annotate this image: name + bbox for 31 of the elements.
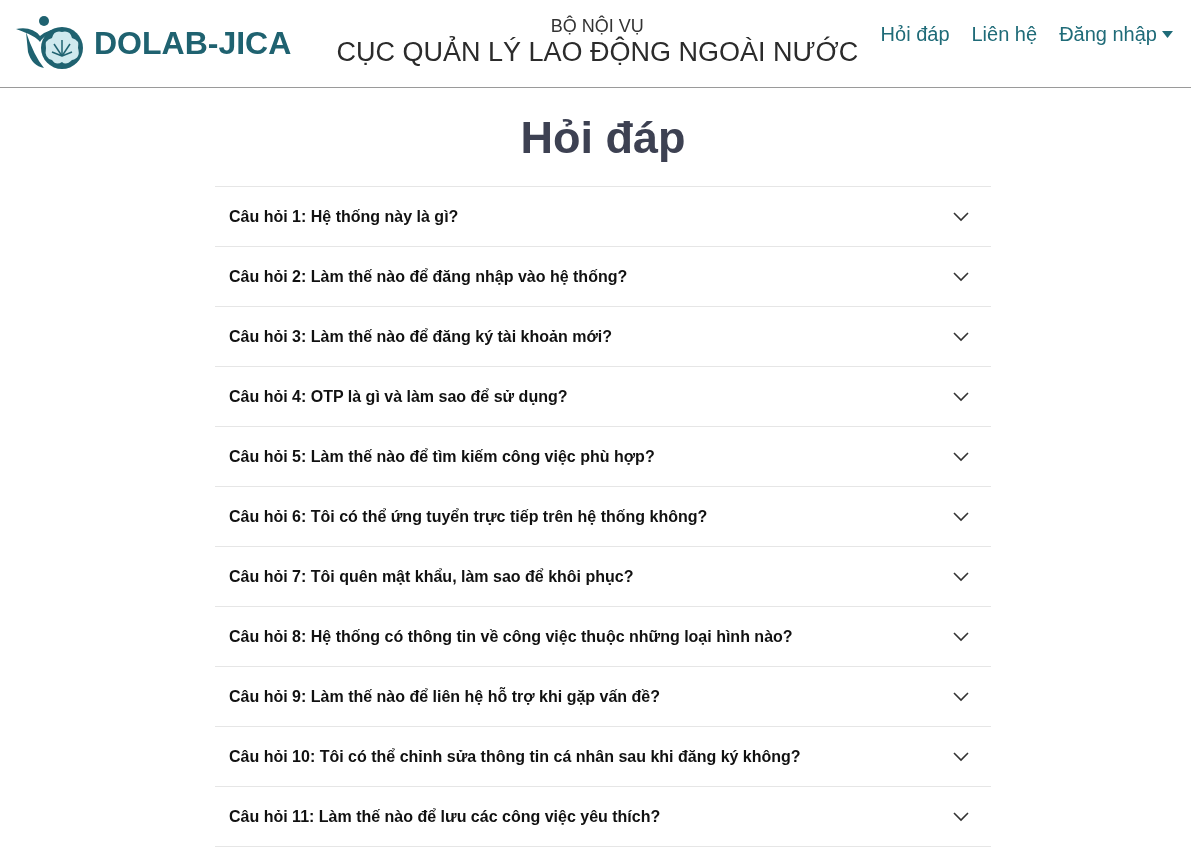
nav-link[interactable]: Hỏi đáp (880, 23, 950, 46)
chevron-down-icon (953, 451, 969, 462)
faq-question[interactable]: Câu hỏi 1: Hệ thống này là gì? (215, 187, 991, 246)
faq-question[interactable]: Câu hỏi 2: Làm thế nào để đăng nhập vào hệ thống? (215, 247, 991, 306)
chevron-down-icon (953, 211, 969, 222)
chevron-down-icon (953, 331, 969, 342)
logo-icon (14, 16, 84, 71)
chevron-down-icon (953, 271, 969, 282)
faq-question[interactable]: Câu hỏi 7: Tôi quên mật khẩu, làm sao để khôi phục? (215, 547, 991, 606)
faq-question[interactable]: Câu hỏi 5: Làm thế nào để tìm kiếm công việc phù hợp? (215, 427, 991, 486)
faq-question[interactable]: Câu hỏi 11: Làm thế nào để lưu các công việc yêu thích? (215, 787, 991, 846)
chevron-down-icon (953, 511, 969, 522)
caret-icon (1162, 31, 1173, 38)
chevron-down-icon (953, 811, 969, 822)
faq-question[interactable]: Câu hỏi 6: Tôi có thể ứng tuyển trực tiếp trên hệ thống không? (215, 487, 991, 546)
faq-question[interactable]: Câu hỏi 4: OTP là gì và làm sao để sử dụng? (215, 367, 991, 426)
faq-question[interactable]: Câu hỏi 8: Hệ thống có thông tin về công việc thuộc những loại hình nào? (215, 607, 991, 666)
ministry-name: BỘ NỘI VỤ (550, 14, 644, 36)
chevron-down-icon (953, 391, 969, 402)
nav-link[interactable]: Liên hệ (971, 23, 1038, 46)
login-dropdown[interactable]: Đăng nhập (1059, 23, 1173, 46)
chevron-down-icon (953, 691, 969, 702)
brand-name[interactable]: DOLAB-JICA (94, 25, 292, 62)
chevron-down-icon (953, 571, 969, 582)
page-title: Hỏi đáp (519, 111, 687, 165)
chevron-down-icon (953, 751, 969, 762)
faq-question[interactable]: Câu hỏi 10: Tôi có thể chỉnh sửa thông tin cá nhân sau khi đăng ký không? (215, 727, 991, 786)
chevron-down-icon (953, 631, 969, 642)
faq-question[interactable]: Câu hỏi 3: Làm thế nào để đăng ký tài khoản mới? (215, 307, 991, 366)
agency-name: CỤC QUẢN LÝ LAO ĐỘNG NGOÀI NƯỚC (336, 36, 859, 67)
faq-question[interactable]: Câu hỏi 9: Làm thế nào để liên hệ hỗ trợ khi gặp vấn đề? (215, 667, 991, 726)
